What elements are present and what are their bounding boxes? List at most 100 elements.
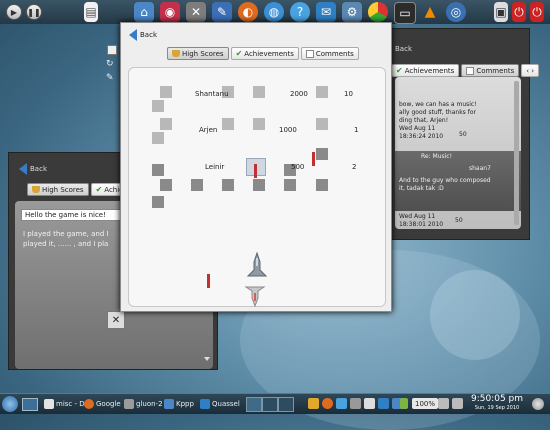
- trophy-icon: [172, 50, 180, 57]
- check-icon: ✔: [95, 185, 103, 194]
- comment-line: ding that, Arjen!: [399, 117, 449, 124]
- tab-achievements[interactable]: ✔ Achievements: [230, 47, 299, 60]
- score-name: Arjen: [199, 126, 218, 134]
- folder-icon[interactable]: [308, 398, 319, 409]
- close-button[interactable]: ✕: [107, 311, 125, 329]
- pen-icon[interactable]: ✎: [212, 2, 232, 22]
- tab-label: Comments: [476, 66, 515, 75]
- tab-scroll-arrows[interactable]: ‹ ›: [521, 64, 540, 77]
- task-label: Kppp: [176, 400, 194, 408]
- comment-title: Re: Music!: [421, 153, 452, 160]
- zoom-indicator[interactable]: 100%: [412, 398, 439, 409]
- system-icon[interactable]: ▣: [494, 2, 508, 22]
- tab-label: Achievements: [404, 66, 455, 75]
- wifi-icon[interactable]: [452, 398, 463, 409]
- comment-count: 50: [455, 217, 463, 224]
- score-rank: 2: [352, 163, 357, 171]
- power-icon[interactable]: [364, 398, 375, 409]
- firefox-icon[interactable]: ◐: [238, 2, 258, 22]
- comment-line: bow, we can has a music!: [399, 101, 477, 108]
- task-firefox[interactable]: Google: [84, 397, 121, 411]
- tab-high-scores[interactable]: High Scores: [167, 47, 229, 60]
- network-icon[interactable]: ◎: [446, 2, 466, 22]
- zoom-label: 100%: [415, 399, 436, 408]
- comment-user: shaan7: [469, 165, 491, 172]
- pager-desktop-1[interactable]: [246, 397, 262, 412]
- play-icon[interactable]: ▶: [6, 4, 22, 20]
- kde-menu-icon[interactable]: [2, 396, 18, 412]
- vlc-icon[interactable]: ▲: [420, 2, 440, 22]
- tab-label: High Scores: [42, 185, 84, 194]
- chat-icon[interactable]: [378, 398, 389, 409]
- game-block: [284, 179, 296, 191]
- back-arrow-icon: [129, 29, 137, 41]
- taskbar: misc - D Google gluon-2 Kppp Quassel 100…: [0, 393, 550, 414]
- game-canvas[interactable]: Shantanu 2000 10 Arjen 1000 1 Leinir 500…: [128, 67, 386, 307]
- help-icon[interactable]: ?: [290, 2, 310, 22]
- task-kppp[interactable]: Kppp: [164, 397, 194, 411]
- refresh-icon[interactable]: ↻: [106, 59, 114, 69]
- scrollbar[interactable]: [514, 81, 519, 225]
- comment-title: Hello the game is nice!: [25, 211, 106, 219]
- globe-icon[interactable]: ◍: [264, 2, 284, 22]
- game-block: [253, 86, 265, 98]
- trophy-icon: [32, 186, 40, 193]
- scissors-icon[interactable]: [350, 398, 361, 409]
- tab-achievements[interactable]: ✔ Achievements: [391, 64, 460, 77]
- tab-label: High Scores: [182, 49, 224, 58]
- network-icon[interactable]: [336, 398, 347, 409]
- clock[interactable]: 9:50:05 pm Sun, 19 Sep 2010: [466, 394, 528, 412]
- quassel-icon: [200, 399, 210, 409]
- back-label: Back: [140, 31, 157, 39]
- tab-high-scores[interactable]: High Scores: [27, 183, 89, 196]
- chrome-icon[interactable]: [368, 2, 388, 22]
- tab-label: Comments: [315, 49, 354, 58]
- firefox-icon[interactable]: [322, 398, 333, 409]
- power-icon[interactable]: ⏻: [530, 2, 544, 22]
- check-icon: ✔: [396, 66, 403, 75]
- back-button[interactable]: Back: [395, 45, 412, 53]
- back-label: Back: [30, 165, 47, 173]
- task-label: Google: [96, 400, 121, 408]
- game-block: [160, 118, 172, 130]
- comment-item: Re: Music! shaan7 And to the guy who com…: [395, 151, 521, 211]
- pager-desktop-2[interactable]: [262, 397, 278, 412]
- tab-comments[interactable]: Comments: [300, 47, 359, 60]
- file-manager-icon[interactable]: ⌂: [134, 2, 154, 22]
- scroll-down-icon[interactable]: [204, 357, 210, 361]
- task-label: misc - D: [56, 400, 85, 408]
- comment-line: ally good stuff, thanks for: [399, 109, 476, 116]
- firefox-icon: [84, 399, 94, 409]
- game-block: [253, 179, 265, 191]
- gluon-icon: [124, 399, 134, 409]
- kppp-icon: [164, 399, 174, 409]
- desktop-icon[interactable]: [22, 398, 38, 411]
- comment-line: it, tadak tak :D: [399, 185, 444, 192]
- pager-desktop-3[interactable]: [278, 397, 294, 412]
- pause-icon[interactable]: ❚❚: [26, 4, 42, 20]
- task-gluon[interactable]: gluon-2: [124, 397, 163, 411]
- comment-count: 50: [459, 131, 467, 138]
- document-icon[interactable]: ▤: [84, 2, 98, 22]
- back-button[interactable]: Back: [129, 29, 157, 41]
- volume-icon[interactable]: [438, 398, 449, 409]
- task-terminal[interactable]: misc - D: [44, 397, 85, 411]
- monitor-icon[interactable]: ▭: [394, 2, 416, 24]
- comment-meta: Wed Aug 11 18:38:01 2010: [399, 213, 443, 229]
- ship-reflection-icon: [244, 286, 266, 308]
- tab-comments[interactable]: Comments: [461, 64, 520, 77]
- comment-line: And to the guy who composed: [399, 177, 491, 184]
- cashew-icon[interactable]: [532, 398, 544, 410]
- chat-icon[interactable]: ✉: [316, 2, 336, 22]
- tools-icon[interactable]: ✕: [186, 2, 206, 22]
- projectile: [207, 274, 210, 288]
- wrench-icon[interactable]: ✎: [106, 73, 114, 83]
- settings-icon[interactable]: ⚙: [342, 2, 362, 22]
- battery-icon[interactable]: [400, 398, 408, 409]
- eye-icon[interactable]: ◉: [160, 2, 180, 22]
- window-icon[interactable]: [107, 45, 117, 55]
- task-quassel[interactable]: Quassel: [200, 397, 240, 411]
- logout-icon[interactable]: ⏻: [512, 2, 526, 22]
- back-button[interactable]: Back: [19, 163, 47, 175]
- back-label: Back: [395, 45, 412, 53]
